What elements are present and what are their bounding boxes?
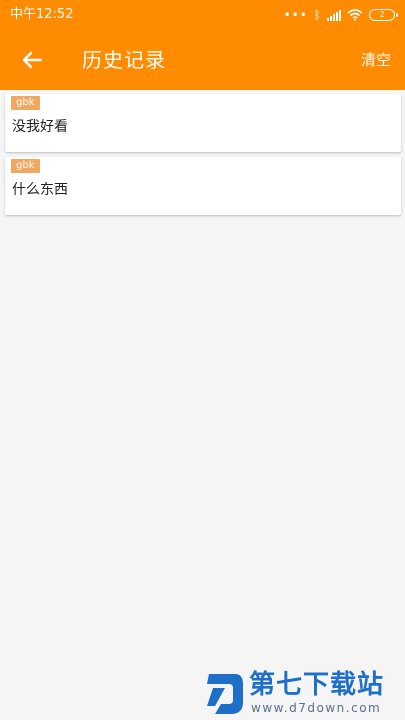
top-bar: 中午12:52 ••• ᛒ 2 历史记录 清空 <box>0 0 405 90</box>
battery-icon: 2 <box>369 9 398 21</box>
bluetooth-icon: ᛒ <box>313 8 321 22</box>
status-time: 中午12:52 <box>10 7 74 22</box>
arrow-left-icon <box>22 51 42 69</box>
app-bar: 历史记录 清空 <box>0 30 405 90</box>
wifi-icon <box>347 9 363 21</box>
back-button[interactable] <box>16 44 48 76</box>
screen: 中午12:52 ••• ᛒ 2 历史记录 清空 gbk 没我好看 gbk 什么东… <box>0 0 405 720</box>
watermark-url: www.d7down.com <box>251 701 382 715</box>
history-item-text: 没我好看 <box>12 119 68 135</box>
history-item-text: 什么东西 <box>12 182 68 198</box>
status-bar: 中午12:52 ••• ᛒ 2 <box>0 0 405 30</box>
notification-dots-icon: ••• <box>283 8 308 22</box>
watermark-title: 第七下载站 <box>249 670 385 700</box>
encoding-tag: gbk <box>11 159 40 173</box>
history-list: gbk 没我好看 gbk 什么东西 <box>5 94 401 220</box>
watermark-logo-icon <box>207 674 243 714</box>
history-item[interactable]: gbk 没我好看 <box>5 94 401 152</box>
clear-button[interactable]: 清空 <box>361 50 391 70</box>
encoding-tag: gbk <box>11 96 40 110</box>
watermark: 第七下载站 www.d7down.com <box>205 670 403 718</box>
page-title: 历史记录 <box>82 48 166 72</box>
history-item[interactable]: gbk 什么东西 <box>5 157 401 215</box>
status-icons: ••• ᛒ 2 <box>283 6 398 24</box>
signal-icon <box>327 9 341 21</box>
